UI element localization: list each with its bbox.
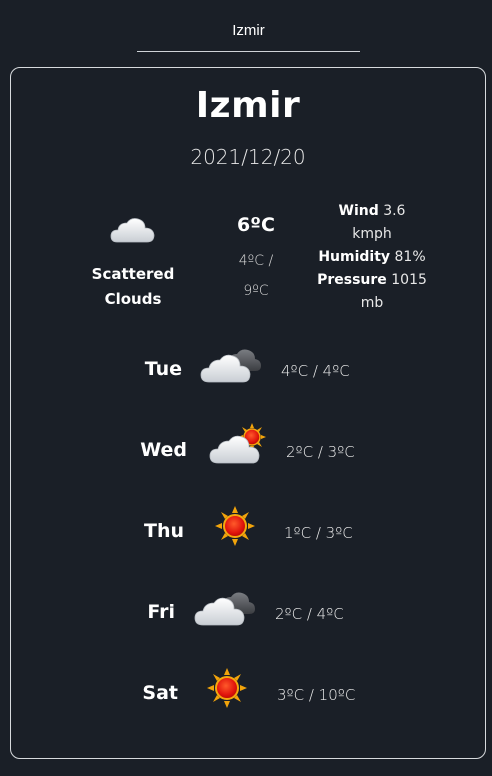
pressure-line: Pressure 1015 [311, 269, 433, 292]
forecast-row: Sat 3ºC / 10ºC [11, 664, 485, 724]
city-search[interactable] [137, 10, 360, 52]
weather-description: Scattered Clouds [79, 262, 187, 312]
search-input[interactable] [137, 10, 360, 52]
sun-icon [203, 664, 267, 712]
scattered-clouds-icon [109, 214, 157, 248]
current-temperature: 6ºC [237, 214, 275, 236]
forecast-temperature: 4ºC / 4ºC [281, 362, 350, 380]
current-date: 2021/12/20 [190, 145, 306, 169]
description-line-1: Scattered [91, 265, 175, 283]
wind-unit: kmph [352, 226, 392, 242]
forecast-row: Tue 4ºC / 4ºC [11, 340, 485, 400]
forecast-day: Thu [143, 520, 184, 542]
wind-line: Wind 3.6 [311, 200, 433, 223]
humidity-label: Humidity [318, 249, 391, 265]
humidity-value: 81% [394, 249, 426, 265]
current-weather: Scattered Clouds 6ºC 4ºC / 9ºC Wind 3.6 … [11, 198, 485, 318]
temperature-low: 4ºC / [238, 253, 274, 269]
temperature-high: 9ºC [243, 283, 269, 299]
forecast-temperature: 1ºC / 3ºC [284, 524, 353, 542]
forecast-day: Fri [147, 601, 175, 623]
broken-clouds-icon [199, 340, 263, 388]
pressure-unit: mb [360, 295, 384, 311]
partly-sunny-icon [208, 421, 272, 469]
forecast-row: Wed 2ºC / 3ºC [11, 421, 485, 481]
weather-card: Izmir 2021/12/20 Scattered Clouds 6ºC 4º… [10, 67, 486, 759]
forecast-day: Wed [140, 439, 187, 461]
forecast-temperature: 2ºC / 3ºC [286, 443, 355, 461]
forecast-day: Sat [142, 682, 178, 704]
forecast-temperature: 3ºC / 10ºC [277, 686, 356, 704]
pressure-label: Pressure [317, 272, 387, 288]
broken-clouds-icon [193, 583, 257, 631]
city-name: Izmir [195, 85, 301, 126]
forecast-row: Thu 1ºC / 3ºC [11, 502, 485, 562]
temperature-range: 4ºC / 9ºC [229, 246, 283, 306]
pressure-value: 1015 [391, 272, 427, 288]
description-line-2: Clouds [104, 290, 162, 308]
sun-icon [211, 502, 275, 550]
forecast-temperature: 2ºC / 4ºC [275, 605, 344, 623]
humidity-line: Humidity 81% [311, 246, 433, 269]
forecast-row: Fri 2ºC / 4ºC [11, 583, 485, 643]
wind-value: 3.6 [383, 203, 406, 219]
wind-label: Wind [338, 203, 379, 219]
weather-details: Wind 3.6 kmph Humidity 81% Pressure 1015… [311, 200, 433, 315]
forecast-day: Tue [144, 358, 182, 380]
